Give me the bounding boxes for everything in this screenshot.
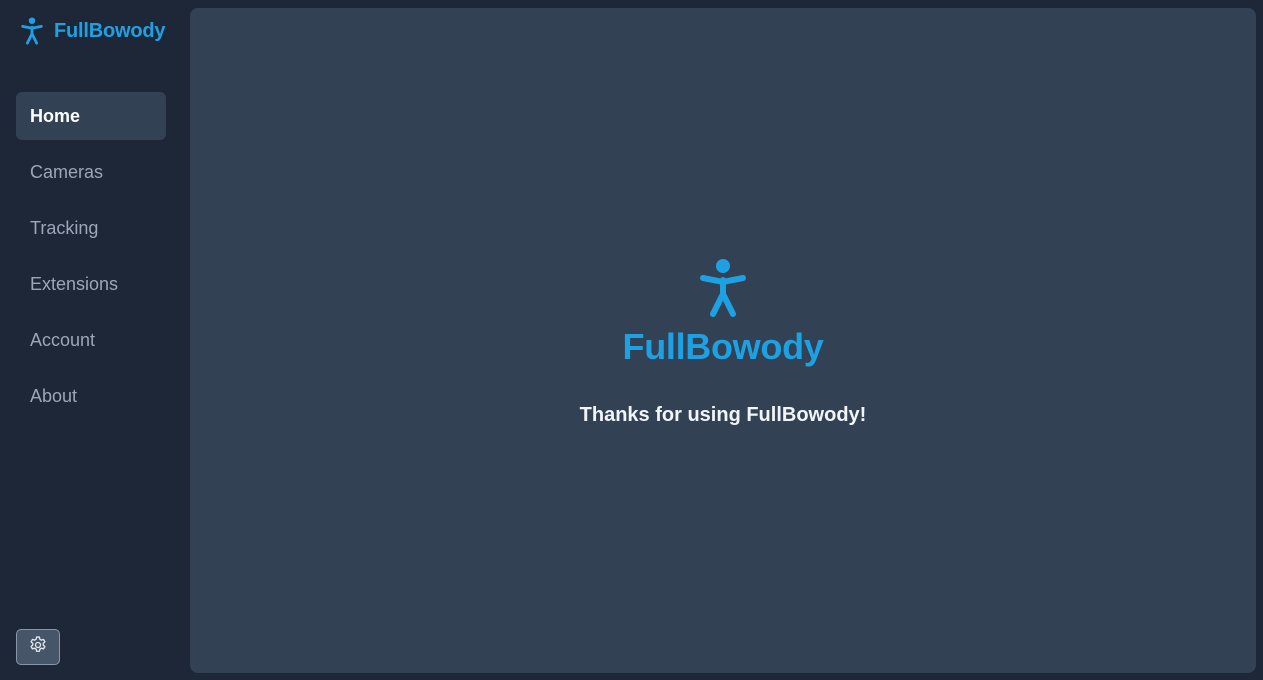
sidebar-item-home[interactable]: Home: [16, 92, 166, 140]
main-panel: FullBowody Thanks for using FullBowody!: [190, 8, 1256, 673]
sidebar-item-label: Account: [30, 329, 96, 350]
brand-name: FullBowody: [54, 19, 166, 42]
settings-button[interactable]: [16, 629, 60, 665]
sidebar-item-about[interactable]: About: [16, 372, 166, 420]
person-figure-icon: [20, 17, 44, 45]
sidebar-item-label: Tracking: [30, 217, 99, 238]
app-window: FullBowody Home Cameras Tracking Extensi…: [0, 0, 1263, 680]
sidebar-item-cameras[interactable]: Cameras: [16, 148, 166, 196]
welcome-hero: FullBowody Thanks for using FullBowody!: [190, 258, 1256, 427]
hero-title: FullBowody: [622, 326, 824, 367]
sidebar-item-label: Extensions: [30, 273, 119, 294]
brand[interactable]: FullBowody: [20, 16, 166, 46]
sidebar-item-label: About: [30, 385, 78, 406]
sidebar-item-tracking[interactable]: Tracking: [16, 204, 166, 252]
sidebar-item-label: Cameras: [30, 161, 104, 182]
sidebar-nav: Home Cameras Tracking Extensions Account…: [16, 92, 166, 428]
sidebar-item-label: Home: [30, 105, 81, 126]
person-figure-icon: [699, 258, 747, 318]
gear-icon: [28, 635, 48, 660]
sidebar-item-extensions[interactable]: Extensions: [16, 260, 166, 308]
sidebar: FullBowody Home Cameras Tracking Extensi…: [0, 0, 190, 680]
welcome-message: Thanks for using FullBowody!: [579, 404, 867, 426]
sidebar-item-account[interactable]: Account: [16, 316, 166, 364]
